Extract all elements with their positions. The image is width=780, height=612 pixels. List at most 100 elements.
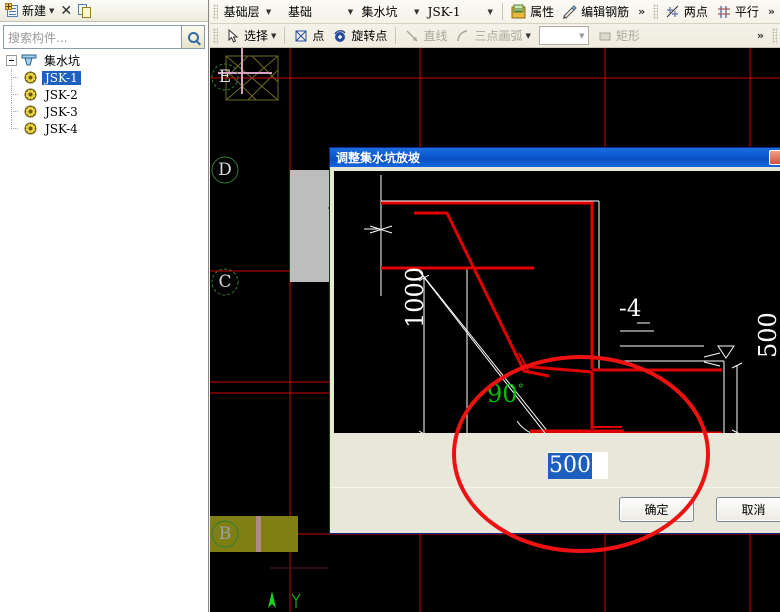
chevron-down-icon[interactable]: ▼ <box>49 7 54 15</box>
toolbar-overflow-button-2[interactable]: » <box>763 5 780 18</box>
cancel-button[interactable]: 取消 <box>716 497 780 522</box>
toolbar-grip[interactable] <box>772 27 777 44</box>
toolbar-grip[interactable] <box>653 3 658 20</box>
search-icon <box>187 31 199 43</box>
ucs-marker <box>268 591 301 608</box>
line-label: 直线 <box>423 29 448 43</box>
component-selector-value: JSK-1 <box>427 4 461 19</box>
category-selector[interactable]: 基础 ▼ <box>285 2 357 22</box>
two-point-button[interactable]: 两点 <box>661 2 712 22</box>
properties-button[interactable]: 属性 <box>507 2 558 22</box>
elevation-label: -4 <box>619 296 641 322</box>
edit-rebar-label: 编辑钢筋 <box>581 5 630 19</box>
toolbar-row-2: 选择 ▼ 点 旋转点 直线 三点画弧 ▼ ▼ 矩形 » <box>210 24 780 48</box>
dialog-title-bar[interactable]: 调整集水坑放坡 <box>330 148 780 167</box>
rectangle-button[interactable]: 矩形 <box>593 26 644 46</box>
component-type-selector[interactable]: 集水坑 ▼ <box>358 2 422 22</box>
select-label: 选择 <box>244 29 269 43</box>
toolbar-row-1: 基础层 ▼ 基础 ▼ 集水坑 ▼ JSK-1 ▼ 属性 编辑钢筋 » 两点 平行… <box>210 0 780 24</box>
tree-connector <box>0 120 24 137</box>
rotate-point-icon <box>332 28 348 44</box>
point-button[interactable]: 点 <box>289 26 328 46</box>
component-gear-icon <box>24 71 37 84</box>
parallel-label: 平行 <box>734 5 759 19</box>
tree-item-jsk-4[interactable]: JSK-4 <box>0 120 208 137</box>
tree-root-sump-pit[interactable]: 集水坑 <box>0 52 208 69</box>
rectangle-icon <box>597 28 613 44</box>
axis-bubble-d[interactable]: D <box>212 157 238 183</box>
axis-bubble-c[interactable]: C <box>212 269 238 295</box>
style-dropdown[interactable]: ▼ <box>538 26 589 45</box>
axis-bubble-b[interactable]: B <box>212 521 238 547</box>
tree-root-label: 集水坑 <box>44 54 81 68</box>
chevron-down-icon[interactable]: ▼ <box>484 3 496 21</box>
chevron-down-icon[interactable]: ▼ <box>263 3 275 21</box>
copy-icon <box>78 3 93 18</box>
tree-item-jsk-2[interactable]: JSK-2 <box>0 86 208 103</box>
right-dimension-text: 500 <box>754 312 780 358</box>
chevron-down-icon[interactable]: ▼ <box>525 32 530 40</box>
search-button[interactable] <box>181 25 205 49</box>
properties-icon <box>511 4 527 20</box>
three-point-arc-button[interactable]: 三点画弧 ▼ <box>451 26 534 46</box>
top-toolbars: 基础层 ▼ 基础 ▼ 集水坑 ▼ JSK-1 ▼ 属性 编辑钢筋 » 两点 平行… <box>210 0 780 48</box>
rotate-point-button[interactable]: 旋转点 <box>328 26 391 46</box>
component-type-selector-value: 集水坑 <box>361 5 398 19</box>
tree-item-jsk-1[interactable]: JSK-1 <box>0 69 208 86</box>
chevron-down-icon[interactable]: ▼ <box>411 3 423 21</box>
toolbar-grip[interactable] <box>213 3 218 20</box>
parallel-button[interactable]: 平行 <box>712 2 763 22</box>
axis-bubble-d-label: D <box>218 160 232 180</box>
rectangle-label: 矩形 <box>615 29 640 43</box>
chevron-down-icon[interactable]: ▼ <box>344 3 356 21</box>
collapse-expander-icon[interactable] <box>6 55 17 66</box>
component-selector[interactable]: JSK-1 ▼ <box>425 2 497 22</box>
toolbar-grip[interactable] <box>213 27 218 44</box>
point-icon <box>293 28 309 44</box>
component-gear-icon <box>24 105 37 118</box>
tree-item-label: JSK-4 <box>45 121 78 136</box>
delete-x-icon: ✕ <box>60 2 73 19</box>
component-gear-icon <box>24 122 37 135</box>
toolbar-overflow-button[interactable]: » <box>633 5 650 18</box>
line-button[interactable]: 直线 <box>400 26 451 46</box>
cancel-button-label: 取消 <box>741 503 766 517</box>
delete-component-button[interactable]: ✕ <box>57 1 75 21</box>
depth-dimension-text: 1000 <box>401 266 429 328</box>
rotate-point-label: 旋转点 <box>351 29 388 43</box>
toolbar-separator <box>395 27 397 44</box>
toolbar-overflow-button[interactable]: » <box>752 29 769 42</box>
new-document-icon <box>5 3 20 18</box>
tree-item-label: JSK-2 <box>45 87 78 102</box>
dialog-title-text: 调整集水坑放坡 <box>336 151 421 165</box>
chevron-down-icon[interactable]: ▼ <box>576 32 588 40</box>
navigator-toolbar: 新建 ▼ ✕ <box>0 0 208 22</box>
two-point-label: 两点 <box>683 5 708 19</box>
angle-label: 90° <box>487 380 524 408</box>
chevron-down-icon[interactable]: ▼ <box>271 32 276 40</box>
search-input[interactable]: 搜索构件... <box>3 25 181 49</box>
ok-button-label: 确定 <box>644 503 669 517</box>
axis-bubble-e[interactable]: E <box>212 64 238 90</box>
floor-selector[interactable]: 基础层 ▼ <box>221 2 283 22</box>
edit-rebar-button[interactable]: 编辑钢筋 <box>558 2 633 22</box>
tree-item-jsk-3[interactable]: JSK-3 <box>0 103 208 120</box>
axis-bubble-e-label: E <box>218 67 232 87</box>
select-button[interactable]: 选择 ▼ <box>221 26 280 46</box>
slope-width-input[interactable]: 500 <box>548 452 608 479</box>
new-component-button[interactable]: 新建 ▼ <box>2 1 57 21</box>
component-tree[interactable]: 集水坑 JSK-1 JSK-2 JSK-3 JSK-4 <box>0 50 208 612</box>
tree-connector <box>0 103 24 120</box>
properties-label: 属性 <box>530 5 555 19</box>
toolbar-separator <box>502 3 504 20</box>
tree-connector <box>0 69 24 86</box>
ok-button[interactable]: 确定 <box>619 497 694 522</box>
parallel-icon <box>716 4 732 20</box>
sump-pit-icon <box>21 54 37 67</box>
copy-component-button[interactable] <box>75 1 96 21</box>
two-point-icon <box>665 4 681 20</box>
close-icon[interactable] <box>769 150 780 165</box>
right-dimension-label: 500 <box>754 312 780 358</box>
arc-icon <box>455 28 471 44</box>
search-row: 搜索构件... <box>3 25 205 49</box>
